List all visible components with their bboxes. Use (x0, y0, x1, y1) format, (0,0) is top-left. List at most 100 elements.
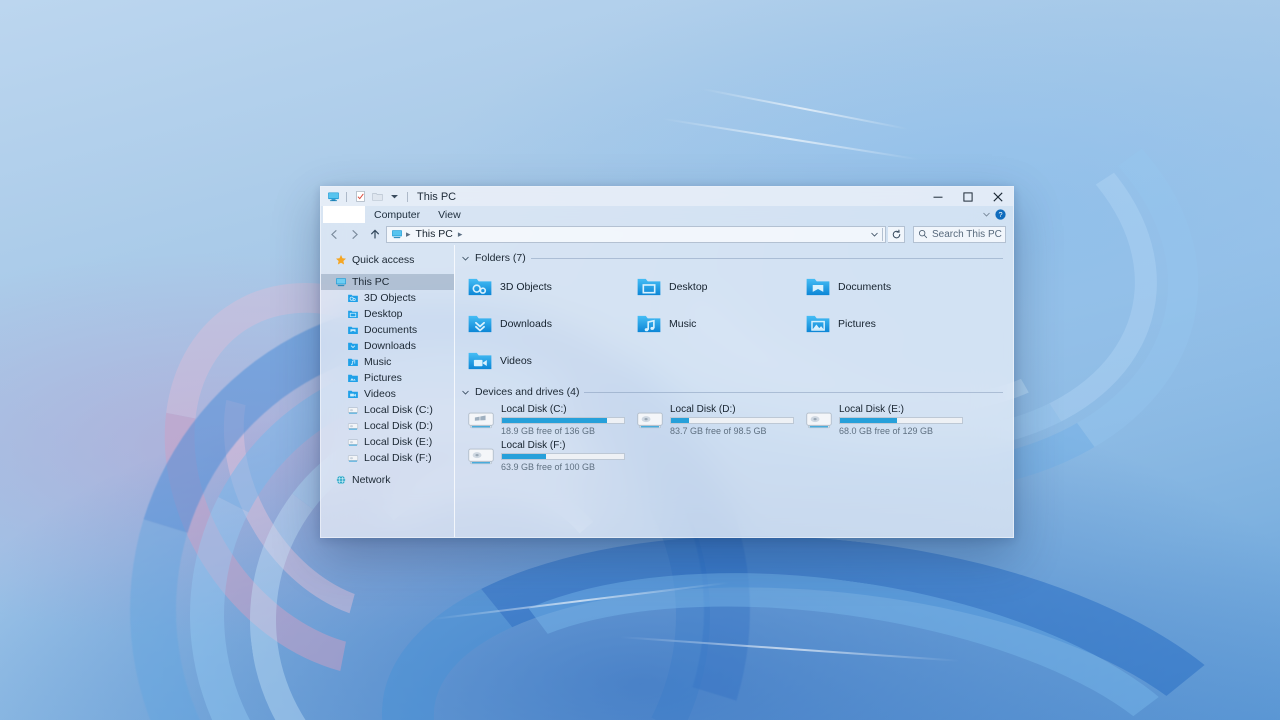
address-bar-row: ▸ This PC ▸ Search This PC (321, 223, 1013, 245)
drive-meta: Local Disk (F:) 63.9 GB free of 100 GB (501, 440, 625, 472)
sidebar-item-network[interactable]: Network (321, 472, 454, 488)
up-button[interactable] (366, 226, 383, 243)
search-box[interactable]: Search This PC (913, 225, 1006, 243)
tab-computer[interactable]: Computer (365, 206, 429, 223)
minimize-button[interactable] (923, 187, 953, 206)
sidebar-item-music[interactable]: Music (321, 354, 454, 370)
drive-meta: Local Disk (E:) 68.0 GB free of 129 GB (839, 404, 963, 436)
folders-group-header[interactable]: Folders (7) (461, 251, 1003, 265)
sidebar-item-label: Documents (364, 324, 418, 336)
drive-icon (346, 404, 359, 417)
sidebar-item-local-disk-f[interactable]: Local Disk (F:) (321, 450, 454, 466)
drives-group-header[interactable]: Devices and drives (4) (461, 385, 1003, 399)
breadcrumb-separator[interactable]: ▸ (405, 229, 412, 240)
folder-downloads-icon (346, 340, 359, 353)
star-icon (334, 254, 347, 267)
folder-tile-label: 3D Objects (500, 280, 552, 293)
wallpaper-highlight (620, 636, 960, 662)
wallpaper-swirl (420, 527, 1240, 720)
tab-file[interactable] (323, 206, 365, 223)
navigation-pane: Quick access This PC 3D Objects Desktop … (321, 245, 455, 537)
folder-tile-music[interactable]: Music (630, 305, 799, 342)
window-title: This PC (417, 190, 457, 203)
tab-view[interactable]: View (429, 206, 470, 223)
sidebar-item-pictures[interactable]: Pictures (321, 370, 454, 386)
address-dropdown-icon[interactable] (867, 227, 882, 242)
drive-meta: Local Disk (C:) 18.9 GB free of 136 GB (501, 404, 625, 436)
drive-tile-local-disk-d[interactable]: Local Disk (D:) 83.7 GB free of 98.5 GB (630, 402, 799, 438)
maximize-button[interactable] (953, 187, 983, 206)
title-bar[interactable]: This PC (321, 187, 1013, 206)
wallpaper-highlight (701, 87, 909, 131)
folder-tile-label: Desktop (669, 280, 708, 293)
drive-icon (346, 420, 359, 433)
folder-music-icon (636, 311, 662, 337)
sidebar-item-this-pc[interactable]: This PC (321, 274, 454, 290)
customize-qat-dropdown-icon[interactable] (387, 190, 401, 204)
quick-access-toolbar (326, 190, 411, 204)
drive-tile-local-disk-e[interactable]: Local Disk (E:) 68.0 GB free of 129 GB (799, 402, 968, 438)
sidebar-item-videos[interactable]: Videos (321, 386, 454, 402)
drive-icon (346, 452, 359, 465)
sidebar-item-label: Quick access (352, 254, 415, 266)
drive-free-text: 68.0 GB free of 129 GB (839, 426, 934, 436)
new-folder-icon[interactable] (370, 190, 384, 204)
properties-icon[interactable] (353, 190, 367, 204)
window-body: Quick access This PC 3D Objects Desktop … (321, 245, 1013, 537)
forward-button[interactable] (346, 226, 363, 243)
sidebar-item-label: This PC (352, 276, 390, 288)
sidebar-item-documents[interactable]: Documents (321, 322, 454, 338)
folder-tile-pictures[interactable]: Pictures (799, 305, 968, 342)
this-pc-icon[interactable] (326, 190, 340, 204)
svg-text:?: ? (998, 210, 1002, 219)
folder-documents-icon (805, 274, 831, 300)
drive-usage-fill (671, 418, 690, 423)
sidebar-item-label: Videos (364, 388, 396, 400)
sidebar-item-local-disk-d[interactable]: Local Disk (D:) (321, 418, 454, 434)
drive-usage-fill (502, 454, 546, 459)
folder-tile-documents[interactable]: Documents (799, 268, 968, 305)
back-button[interactable] (326, 226, 343, 243)
chevron-down-icon[interactable] (461, 388, 470, 397)
close-button[interactable] (983, 187, 1013, 206)
sidebar-item-local-disk-c[interactable]: Local Disk (C:) (321, 402, 454, 418)
drives-grid: Local Disk (C:) 18.9 GB free of 136 GB L… (461, 402, 1003, 474)
drive-tile-local-disk-c[interactable]: Local Disk (C:) 18.9 GB free of 136 GB (461, 402, 630, 438)
sidebar-item-desktop[interactable]: Desktop (321, 306, 454, 322)
folder-tile-label: Downloads (500, 317, 552, 330)
drive-free-text: 83.7 GB free of 98.5 GB (670, 426, 767, 436)
sidebar-item-downloads[interactable]: Downloads (321, 338, 454, 354)
qat-separator (346, 191, 347, 202)
network-icon (334, 474, 347, 487)
drive-label: Local Disk (E:) (839, 404, 905, 415)
folder-pictures-icon (805, 311, 831, 337)
sidebar-item-quick-access[interactable]: Quick access (321, 252, 454, 268)
drive-label: Local Disk (D:) (670, 404, 736, 415)
address-right-controls (867, 227, 883, 242)
help-icon[interactable]: ? (995, 209, 1006, 220)
drive-tile-local-disk-f[interactable]: Local Disk (F:) 63.9 GB free of 100 GB (461, 438, 630, 474)
folder-3d-icon (346, 292, 359, 305)
address-bar[interactable]: ▸ This PC ▸ (386, 225, 886, 243)
ribbon-tab-bar: Computer View ? (321, 206, 1013, 223)
folder-tile-3d-objects[interactable]: 3D Objects (461, 268, 630, 305)
drive-label: Local Disk (F:) (501, 440, 566, 451)
drive-free-text: 18.9 GB free of 136 GB (501, 426, 596, 436)
sidebar-item-3d-objects[interactable]: 3D Objects (321, 290, 454, 306)
folder-tile-downloads[interactable]: Downloads (461, 305, 630, 342)
breadcrumb-separator[interactable]: ▸ (457, 229, 464, 240)
drive-usage-bar (501, 453, 625, 460)
collapse-ribbon-icon[interactable] (982, 210, 991, 219)
folder-tile-desktop[interactable]: Desktop (630, 268, 799, 305)
folder-music-icon (346, 356, 359, 369)
drive-system-icon (467, 406, 495, 434)
drive-usage-bar (501, 417, 625, 424)
drives-group-title: Devices and drives (4) (475, 386, 580, 398)
folder-tile-videos[interactable]: Videos (461, 342, 630, 379)
address-this-pc-icon (391, 228, 403, 240)
sidebar-item-local-disk-e[interactable]: Local Disk (E:) (321, 434, 454, 450)
chevron-down-icon[interactable] (461, 254, 470, 263)
breadcrumb-this-pc[interactable]: This PC (414, 228, 455, 240)
folder-tile-label: Pictures (838, 317, 876, 330)
refresh-button[interactable] (888, 225, 905, 243)
